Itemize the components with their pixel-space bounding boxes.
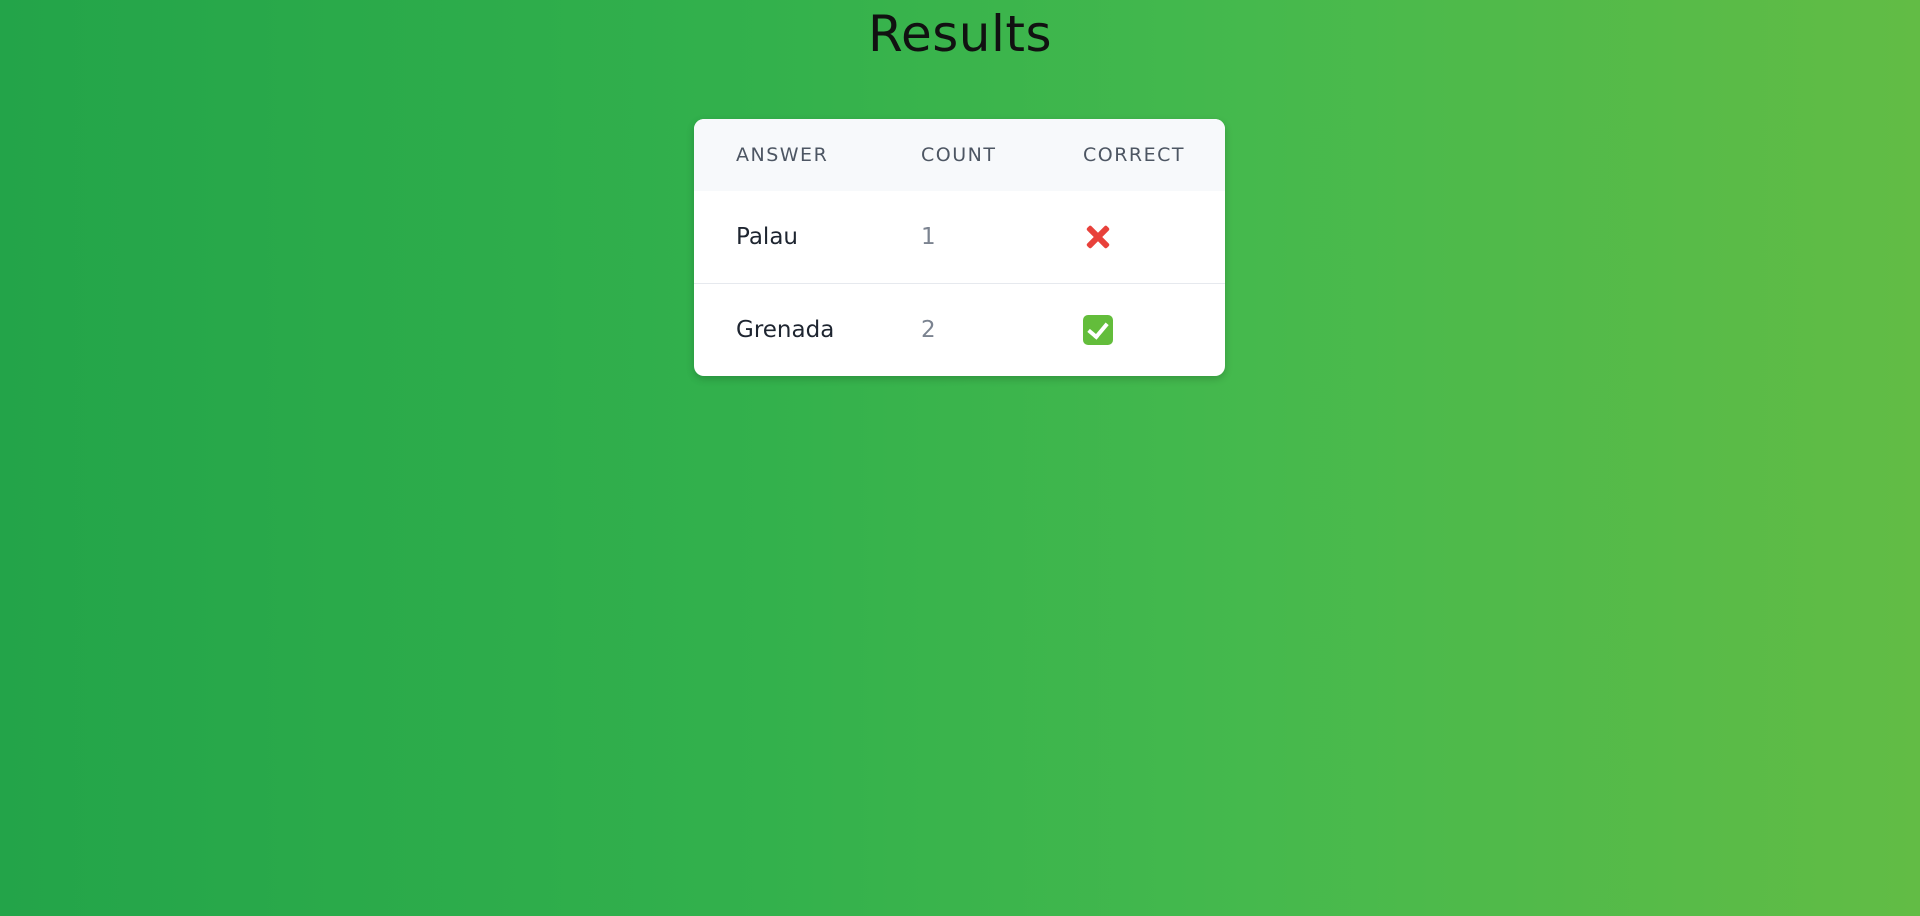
- column-header-answer: ANSWER: [736, 144, 829, 166]
- results-table: ANSWER COUNT CORRECT Palau 1 Grenada 2: [694, 119, 1225, 376]
- results-card: ANSWER COUNT CORRECT Palau 1 Grenada 2: [694, 119, 1225, 376]
- answer-cell: Palau: [736, 224, 798, 250]
- correct-cell: [1083, 283, 1225, 376]
- table-body: Palau 1 Grenada 2: [694, 191, 1225, 376]
- cross-mark-icon: [1083, 222, 1113, 252]
- table-header-row: ANSWER COUNT CORRECT: [694, 119, 1225, 191]
- count-cell: 2: [921, 283, 1083, 376]
- table-row: Palau 1: [694, 191, 1225, 284]
- table-row: Grenada 2: [694, 283, 1225, 376]
- check-mark-icon: [1083, 315, 1113, 345]
- table-header: ANSWER COUNT CORRECT: [694, 119, 1225, 191]
- page-title: Results: [867, 5, 1053, 63]
- answer-cell: Grenada: [694, 283, 921, 376]
- count-cell: 1: [921, 224, 936, 250]
- column-header-correct: CORRECT: [1083, 144, 1186, 166]
- correct-cell: [1083, 191, 1225, 284]
- column-header-count: COUNT: [921, 144, 997, 166]
